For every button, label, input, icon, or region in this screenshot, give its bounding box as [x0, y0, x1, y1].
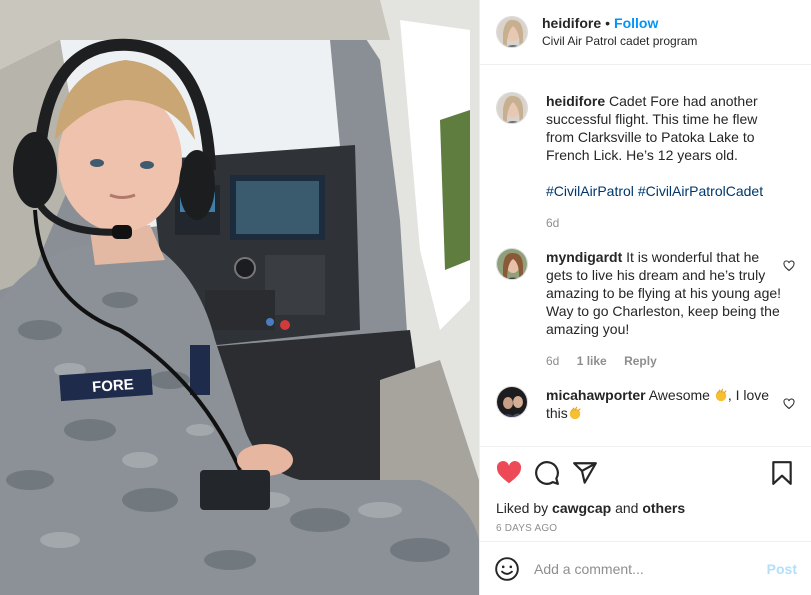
post-actions: Liked by cawgcap and others 6 DAYS AGO [480, 446, 811, 541]
liked-user[interactable]: cawgcap [552, 500, 611, 516]
avatar[interactable] [496, 92, 528, 124]
post-sidebar: heidifore • Follow Civil Air Patrol cadet … [479, 0, 811, 595]
avatar[interactable] [496, 386, 528, 418]
avatar[interactable] [496, 16, 528, 48]
clapping-hands-icon [715, 388, 727, 402]
comment-item: micahawporter Awesome , I love this [496, 386, 795, 422]
liked-prefix: Liked by [496, 500, 549, 516]
post-timestamp[interactable]: 6 DAYS AGO [496, 523, 795, 534]
emoji-icon[interactable] [494, 556, 520, 582]
reply-button[interactable]: Reply [624, 354, 657, 368]
bookmark-icon[interactable] [769, 460, 795, 486]
comment-text: Awesome [648, 387, 710, 403]
avatar[interactable] [496, 248, 528, 280]
comments-list[interactable]: heidifore Cadet Fore had another success… [480, 66, 811, 446]
like-comment-heart-icon[interactable] [783, 260, 795, 272]
separator-dot: • [605, 15, 611, 31]
comment-item: myndigardt It is wonderful that he gets … [496, 248, 795, 370]
comment-age[interactable]: 6d [546, 354, 559, 368]
instagram-post: FORE heidifore • Follow Civil Air Patrol… [0, 0, 811, 595]
caption: heidifore Cadet Fore had another success… [496, 92, 795, 232]
header-username[interactable]: heidifore [542, 15, 601, 31]
post-button[interactable]: Post [767, 561, 797, 577]
comment-username[interactable]: myndigardt [546, 249, 622, 265]
liked-heart-icon[interactable] [496, 460, 522, 486]
hashtag-link[interactable]: #CivilAirPatrolCadet [638, 183, 763, 199]
share-icon[interactable] [572, 460, 598, 486]
caption-username[interactable]: heidifore [546, 93, 605, 109]
location-link[interactable]: Civil Air Patrol cadet program [542, 32, 697, 50]
like-comment-heart-icon[interactable] [783, 398, 795, 410]
post-photo[interactable]: FORE [0, 0, 479, 595]
follow-button[interactable]: Follow [614, 15, 658, 31]
comment-likes[interactable]: 1 like [577, 354, 607, 368]
comment-icon[interactable] [534, 460, 560, 486]
liked-others[interactable]: others [642, 500, 685, 516]
add-comment-bar: Post [480, 541, 811, 595]
clapping-hands-icon [569, 406, 581, 420]
comment-username[interactable]: micahawporter [546, 387, 646, 403]
caption-age[interactable]: 6d [546, 216, 559, 230]
hashtag-link[interactable]: #CivilAirPatrol [546, 183, 634, 199]
post-header: heidifore • Follow Civil Air Patrol cadet … [480, 0, 811, 65]
liked-by: Liked by cawgcap and others [496, 499, 795, 517]
name-tape: FORE [92, 376, 135, 396]
liked-and: and [615, 500, 639, 516]
comment-input[interactable] [534, 560, 767, 577]
